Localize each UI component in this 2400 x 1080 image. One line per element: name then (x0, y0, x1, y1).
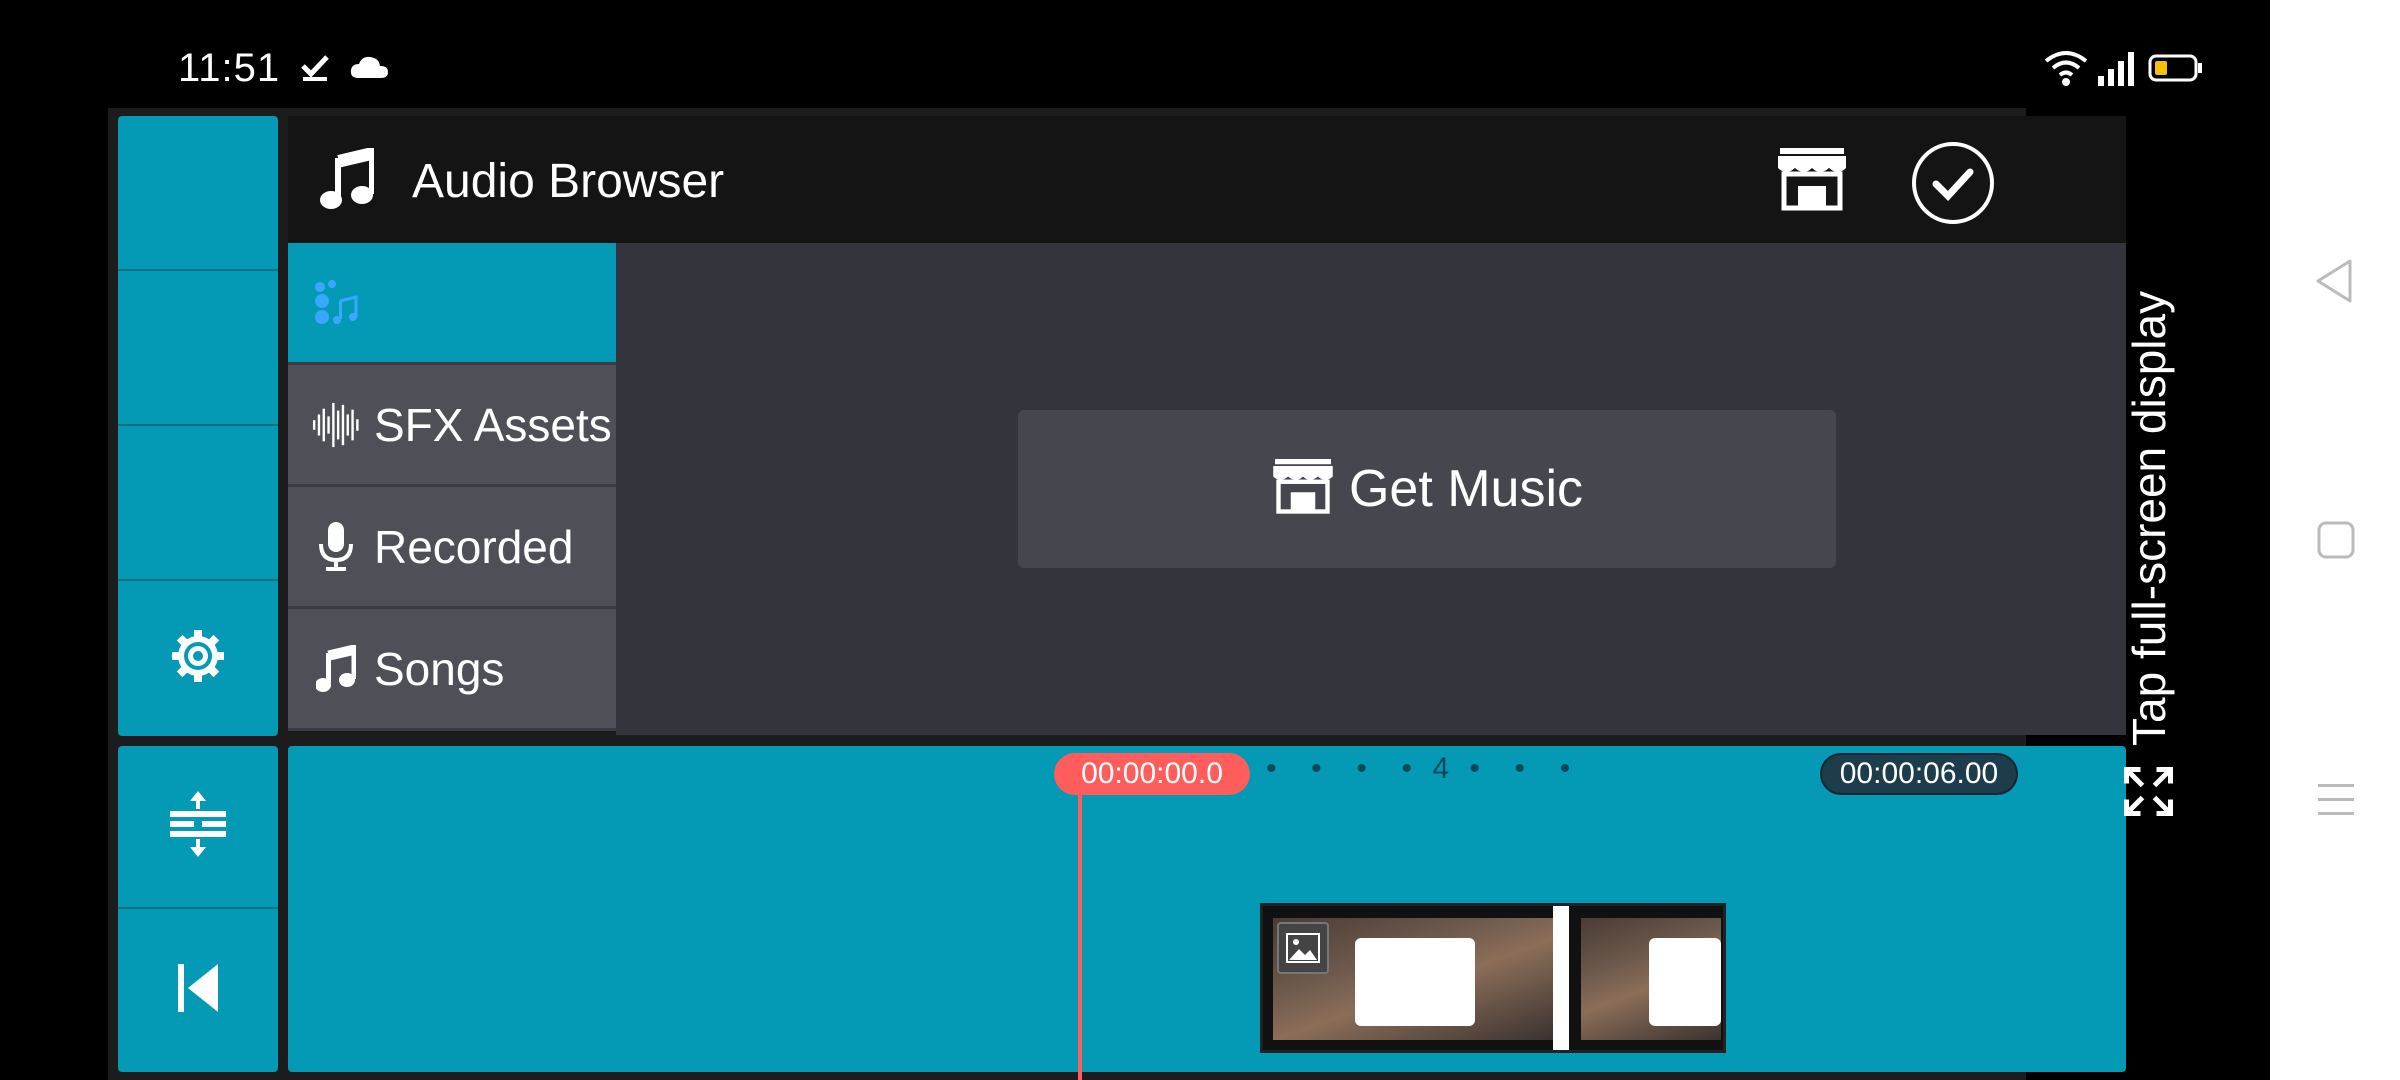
video-editor-app: Audio Browser SFX Assets Recorded Songs … (108, 108, 2126, 1080)
ruler-marker: 4 (1432, 752, 1456, 785)
recents-icon (2316, 784, 2356, 824)
recents-button[interactable] (2316, 780, 2356, 820)
status-bar: 11:51 (0, 0, 2270, 108)
done-button[interactable] (1910, 140, 1996, 226)
get-music-button[interactable]: Get Music (1018, 410, 1836, 568)
signal-icon (2098, 50, 2138, 86)
category-sfx-assets[interactable]: SFX Assets (288, 365, 616, 487)
timeline-expand-icon (168, 789, 228, 864)
category-label: SFX Assets (374, 398, 612, 451)
check-icon (298, 50, 332, 84)
clip-divider (1553, 906, 1569, 1050)
checkmark-circle-icon (1910, 142, 1996, 230)
clip-dialog-preview (1355, 938, 1475, 1026)
toolbar-slot-2[interactable] (118, 271, 278, 426)
current-time: 00:00:00.0 (1054, 753, 1250, 795)
skip-to-start-icon (178, 964, 218, 1017)
timeline-ruler: • • • • 4 • • • (1266, 752, 1577, 785)
wifi-icon (2044, 48, 2088, 88)
total-duration: 00:00:06.00 (1820, 753, 2018, 795)
fullscreen-hint-label: Tap full-screen display (2122, 290, 2175, 746)
category-music-assets[interactable] (288, 243, 616, 365)
home-button[interactable] (2316, 520, 2356, 560)
category-label: Recorded (374, 520, 574, 573)
back-icon (2314, 259, 2354, 308)
get-music-label: Get Music (1348, 460, 1584, 518)
fullscreen-hint[interactable]: Tap full-screen display (2120, 291, 2177, 820)
category-songs[interactable]: Songs (288, 609, 616, 731)
music-assets-icon (312, 273, 360, 333)
cloud-icon (348, 52, 390, 82)
video-clip[interactable] (1260, 903, 1726, 1053)
category-label: Songs (374, 642, 505, 695)
playhead[interactable] (1078, 794, 1082, 1080)
store-icon (1776, 148, 1848, 216)
image-icon (1277, 922, 1329, 974)
fullscreen-expand-icon (2123, 766, 2175, 823)
left-toolbar-top (118, 116, 278, 736)
microphone-icon (312, 517, 360, 577)
waveform-icon (312, 395, 360, 455)
status-time: 11:51 (178, 46, 281, 90)
home-icon (2316, 521, 2356, 564)
toolbar-slot-3[interactable] (118, 426, 278, 581)
settings-gear-icon (170, 628, 226, 689)
left-toolbar-bottom (118, 746, 278, 1072)
category-recorded[interactable]: Recorded (288, 487, 616, 609)
music-note-icon (320, 146, 375, 215)
toolbar-slot-1[interactable] (118, 116, 278, 271)
settings-button[interactable] (118, 581, 278, 736)
skip-to-start-button[interactable] (118, 909, 278, 1072)
clip-frame-2 (1581, 918, 1721, 1040)
store-button[interactable] (1776, 148, 1850, 214)
system-nav-bar (2270, 0, 2400, 1080)
audio-browser-title: Audio Browser (412, 155, 725, 208)
back-button[interactable] (2314, 258, 2358, 308)
timeline-expand-button[interactable] (118, 746, 278, 909)
battery-icon (2148, 52, 2204, 84)
store-icon (1271, 458, 1335, 520)
music-note-icon (312, 639, 360, 699)
clip-dialog-preview (1649, 938, 1721, 1026)
